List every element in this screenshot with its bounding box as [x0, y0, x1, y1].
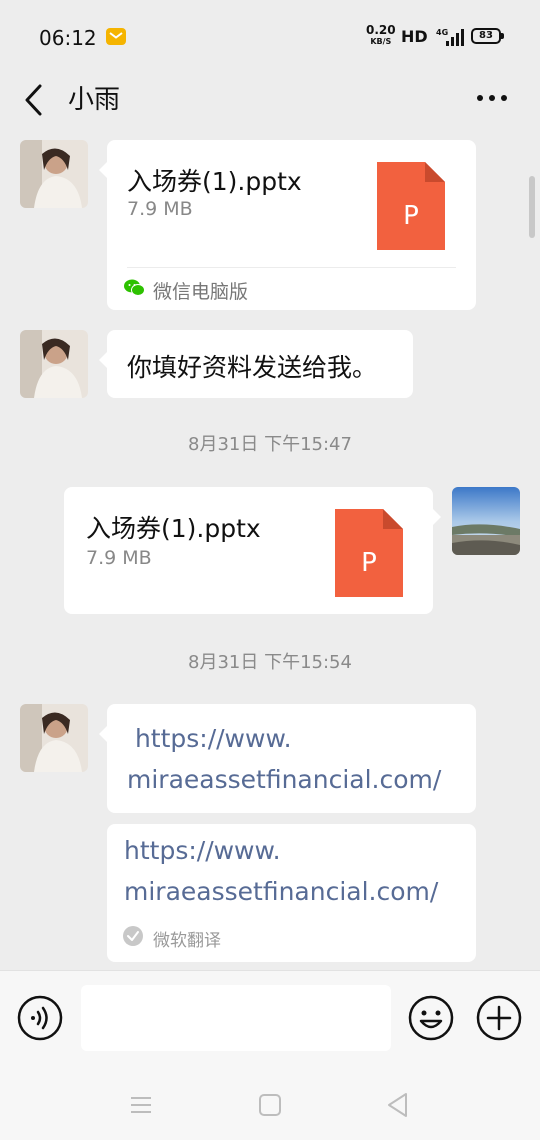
contact-avatar[interactable]: [20, 140, 88, 208]
file-source-footer: 微信电脑版: [124, 267, 456, 310]
svg-text:P: P: [403, 201, 419, 231]
message-timestamp: 8月31日 下午15:47: [188, 434, 352, 455]
net-speed: 0.20 KB/S: [366, 23, 396, 47]
net-speed-unit: KB/S: [370, 37, 392, 46]
menu-icon[interactable]: [128, 1092, 154, 1118]
mail-notification-icon: [106, 28, 126, 45]
translation-line-1[interactable]: https://www.: [124, 830, 281, 872]
network-type-label: 4G: [436, 28, 448, 37]
chat-title: 小雨: [68, 85, 121, 115]
avatar-photo: [452, 487, 520, 555]
chat-scrollbar[interactable]: [529, 176, 535, 238]
emoji-icon[interactable]: [408, 995, 454, 1041]
avatar-photo: [20, 330, 88, 398]
file-message-bubble[interactable]: 入场券(1).pptx 7.9 MB P: [64, 487, 441, 614]
wechat-icon: [124, 279, 145, 296]
pptx-file-icon: P: [377, 162, 445, 250]
chevron-left-icon[interactable]: [20, 80, 48, 120]
chat-header: 小雨: [0, 70, 540, 132]
file-name: 入场券(1).pptx: [127, 167, 302, 196]
message-text: 你填好资料发送给我。: [127, 353, 378, 382]
avatar-photo: [20, 704, 88, 772]
chat-message-list[interactable]: 入场券(1).pptx 7.9 MB P 微信电脑版 你填好资料发送给我。 8月…: [0, 132, 540, 970]
link-message-bubble[interactable]: https://www. miraeassetfinancial.com/: [99, 704, 476, 813]
link-line-1[interactable]: https://www.: [127, 718, 292, 760]
contact-avatar[interactable]: [20, 704, 88, 772]
svg-text:P: P: [361, 548, 377, 578]
home-square-icon[interactable]: [257, 1092, 283, 1118]
net-speed-value: 0.20: [366, 23, 396, 37]
translation-bubble[interactable]: https://www. miraeassetfinancial.com/ 微软…: [107, 824, 476, 962]
system-nav-bar: [0, 1070, 540, 1140]
file-name: 入场券(1).pptx: [86, 514, 261, 543]
check-circle-icon: [123, 926, 143, 946]
more-horizontal-icon[interactable]: [474, 84, 510, 112]
battery-indicator: 83: [471, 28, 504, 44]
file-message-bubble[interactable]: 入场券(1).pptx 7.9 MB P 微信电脑版: [99, 140, 476, 310]
message-input[interactable]: [81, 985, 391, 1051]
file-size: 7.9 MB: [127, 198, 193, 220]
file-source-label: 微信电脑版: [153, 281, 249, 303]
my-avatar[interactable]: [452, 487, 520, 555]
message-timestamp: 8月31日 下午15:54: [188, 652, 352, 673]
link-line-2[interactable]: miraeassetfinancial.com/: [127, 759, 441, 801]
avatar-photo: [20, 140, 88, 208]
hd-indicator: HD: [401, 27, 428, 46]
file-size: 7.9 MB: [86, 547, 152, 569]
translation-line-2[interactable]: miraeassetfinancial.com/: [124, 871, 438, 913]
input-bar: [0, 970, 540, 1071]
plus-circle-icon[interactable]: [476, 995, 522, 1041]
signal-4g-icon: 4G: [436, 28, 464, 46]
contact-avatar[interactable]: [20, 330, 88, 398]
voice-input-icon[interactable]: [17, 995, 63, 1041]
status-bar: 06:12 0.20 KB/S HD 4G 83: [0, 0, 540, 70]
back-triangle-icon[interactable]: [384, 1090, 412, 1120]
status-time: 06:12: [39, 26, 97, 50]
translation-source-label: 微软翻译: [153, 931, 221, 951]
pptx-file-icon: P: [335, 509, 403, 597]
text-message-bubble[interactable]: 你填好资料发送给我。: [99, 330, 413, 398]
